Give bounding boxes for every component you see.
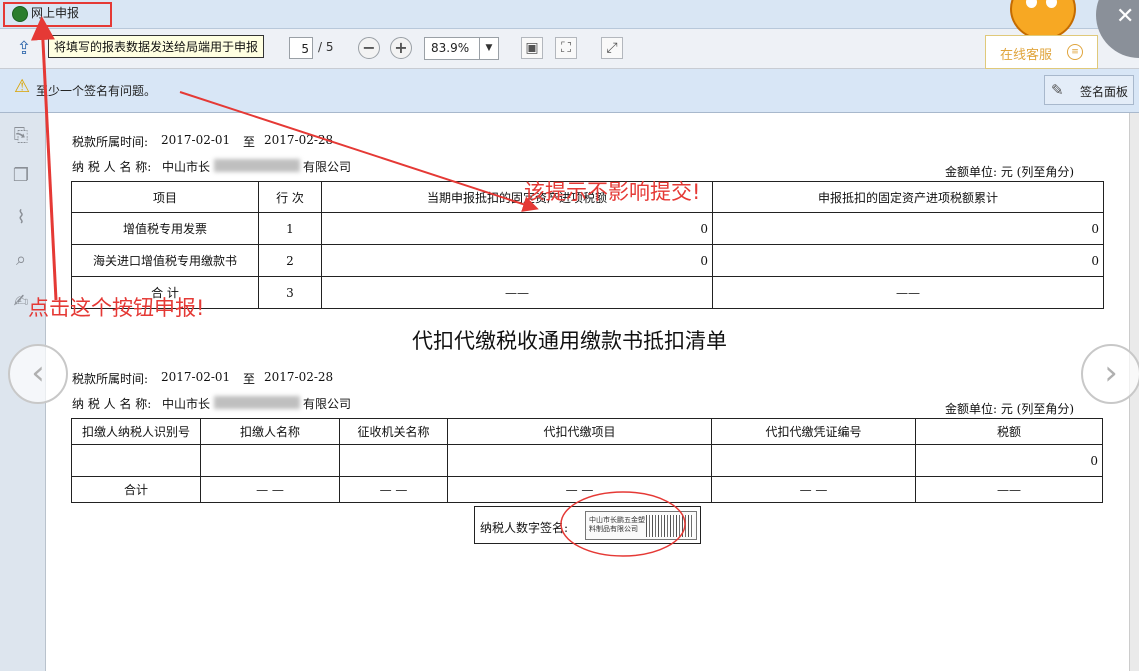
arrow-to-send-button	[30, 16, 58, 301]
signature-circle	[560, 491, 686, 557]
arrow-to-warning	[179, 91, 539, 212]
annotation-overlay	[30, 16, 686, 557]
annotation-tip: 该提示不影响提交!	[524, 180, 701, 204]
prev-page-button[interactable]: ‹	[8, 344, 68, 404]
next-page-button[interactable]: ›	[1081, 344, 1139, 404]
annotation-click: 点击这个按钮申报!	[28, 296, 205, 320]
